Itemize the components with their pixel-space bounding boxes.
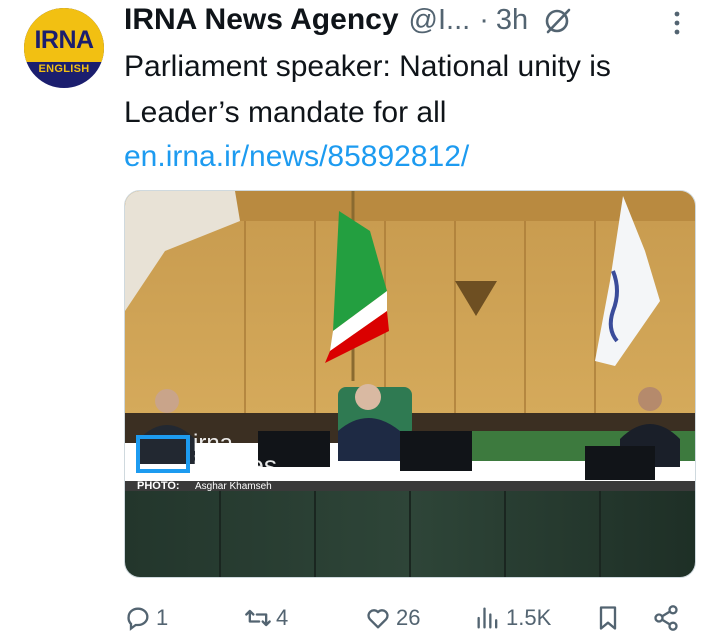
reply-count: 1	[156, 605, 169, 630]
photo-credit-name: Asghar Khamseh	[195, 481, 272, 492]
share-button[interactable]	[652, 598, 680, 638]
grok-icon[interactable]	[542, 4, 574, 36]
tweet-media-photo[interactable]: irna images PHOTO: Asghar Khamseh	[124, 190, 696, 578]
repost-button[interactable]: 4	[244, 598, 288, 638]
reply-button[interactable]: 1	[124, 598, 168, 638]
parliament-photo: irna images PHOTO: Asghar Khamseh	[125, 191, 695, 577]
user-handle[interactable]: @I...	[409, 4, 471, 37]
watermark-sub: images	[193, 450, 277, 480]
views-button[interactable]: 1.5K	[474, 598, 551, 638]
tweet-text: Parliament speaker: National unity is Le…	[124, 50, 611, 129]
reply-icon	[127, 607, 149, 631]
views-icon	[477, 607, 498, 629]
photo-credit-label: PHOTO:	[137, 480, 180, 492]
share-icon	[654, 605, 678, 631]
bookmark-button[interactable]	[594, 598, 622, 638]
avatar[interactable]: IRNA ENGLISH	[24, 8, 104, 88]
repost-icon	[245, 609, 271, 627]
timestamp[interactable]: 3h	[496, 4, 528, 37]
more-icon[interactable]	[665, 8, 689, 38]
avatar-logo-top: IRNA	[24, 8, 104, 62]
bookmark-icon	[599, 606, 617, 630]
tweet-header: IRNA News Agency @I... · 3h	[124, 0, 720, 40]
avatar-sub-text: ENGLISH	[38, 63, 90, 75]
tweet-actions: 1 4 26 1.5K	[124, 598, 704, 638]
views-count: 1.5K	[506, 605, 552, 630]
like-icon	[367, 609, 389, 629]
avatar-brand-text: IRNA	[34, 25, 94, 54]
separator-dot: ·	[479, 3, 489, 36]
like-count: 26	[396, 605, 421, 630]
like-button[interactable]: 26	[364, 598, 420, 638]
display-name[interactable]: IRNA News Agency	[124, 3, 399, 37]
tweet-link[interactable]: en.irna.ir/news/85892812/	[124, 136, 469, 178]
repost-count: 4	[276, 605, 289, 630]
